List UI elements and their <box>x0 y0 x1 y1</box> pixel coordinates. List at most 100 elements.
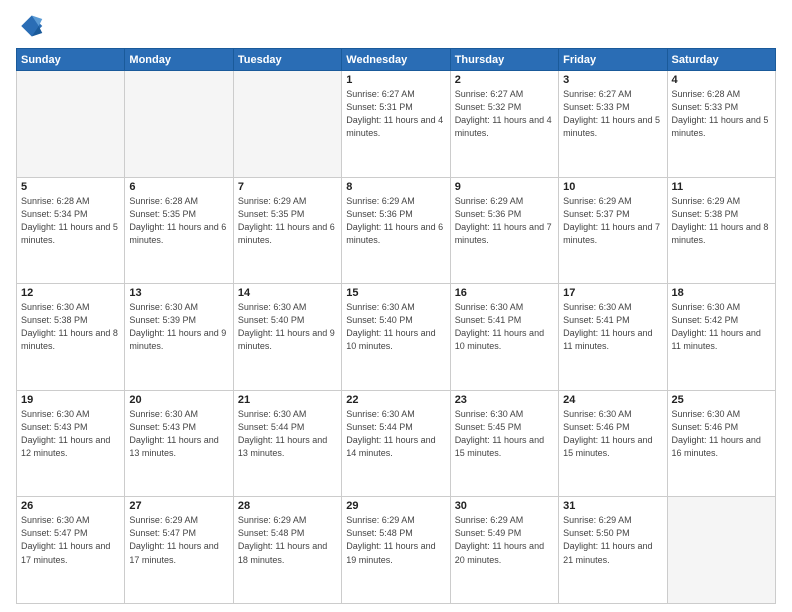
calendar-cell: 3 Sunrise: 6:27 AM Sunset: 5:33 PM Daylig… <box>559 71 667 178</box>
day-number: 4 <box>672 74 771 86</box>
day-number: 7 <box>238 181 337 193</box>
calendar-week-row: 26Sunrise: 6:30 AM Sunset: 5:47 PM Dayli… <box>17 497 776 604</box>
day-number: 11 <box>672 181 771 193</box>
day-number: 18 <box>672 287 771 299</box>
day-number: 13 <box>129 287 228 299</box>
day-number: 27 <box>129 500 228 512</box>
day-info: Sunrise: 6:29 AM Sunset: 5:48 PM Dayligh… <box>238 514 337 566</box>
calendar-week-row: 5 Sunrise: 6:28 AM Sunset: 5:34 PM Daylig… <box>17 177 776 284</box>
calendar-cell: 15 Sunrise: 6:30 AM Sunset: 5:40 PM Dayli… <box>342 284 450 391</box>
calendar-week-row: 19 Sunrise: 6:30 AM Sunset: 5:43 PM Dayli… <box>17 390 776 497</box>
day-info: Sunrise: 6:30 AM Sunset: 5:41 PM Dayligh… <box>455 301 554 353</box>
day-number: 25 <box>672 394 771 406</box>
calendar-cell: 9 Sunrise: 6:29 AM Sunset: 5:36 PM Daylig… <box>450 177 558 284</box>
day-info: Sunrise: 6:30 AM Sunset: 5:40 PM Dayligh… <box>346 301 445 353</box>
day-number: 15 <box>346 287 445 299</box>
day-number: 28 <box>238 500 337 512</box>
day-info: Sunrise: 6:28 AM Sunset: 5:34 PM Dayligh… <box>21 195 120 247</box>
day-info: Sunrise: 6:29 AM Sunset: 5:50 PM Dayligh… <box>563 514 662 566</box>
day-number: 8 <box>346 181 445 193</box>
weekday-header: Thursday <box>450 49 558 71</box>
day-info: Sunrise: 6:28 AM Sunset: 5:35 PM Dayligh… <box>129 195 228 247</box>
calendar-cell: 8Sunrise: 6:29 AM Sunset: 5:36 PM Daylig… <box>342 177 450 284</box>
calendar-cell: 4Sunrise: 6:28 AM Sunset: 5:33 PM Daylig… <box>667 71 775 178</box>
day-info: Sunrise: 6:30 AM Sunset: 5:43 PM Dayligh… <box>129 408 228 460</box>
day-info: Sunrise: 6:30 AM Sunset: 5:40 PM Dayligh… <box>238 301 337 353</box>
day-number: 17 <box>563 287 662 299</box>
day-info: Sunrise: 6:30 AM Sunset: 5:46 PM Dayligh… <box>672 408 771 460</box>
weekday-header-row: SundayMondayTuesdayWednesdayThursdayFrid… <box>17 49 776 71</box>
day-info: Sunrise: 6:29 AM Sunset: 5:35 PM Dayligh… <box>238 195 337 247</box>
calendar-cell: 14 Sunrise: 6:30 AM Sunset: 5:40 PM Dayli… <box>233 284 341 391</box>
day-info: Sunrise: 6:29 AM Sunset: 5:47 PM Dayligh… <box>129 514 228 566</box>
day-number: 9 <box>455 181 554 193</box>
day-info: Sunrise: 6:30 AM Sunset: 5:44 PM Dayligh… <box>346 408 445 460</box>
day-info: Sunrise: 6:27 AM Sunset: 5:31 PM Dayligh… <box>346 88 445 140</box>
day-info: Sunrise: 6:29 AM Sunset: 5:38 PM Dayligh… <box>672 195 771 247</box>
day-number: 24 <box>563 394 662 406</box>
calendar-cell: 28 Sunrise: 6:29 AM Sunset: 5:48 PM Dayli… <box>233 497 341 604</box>
day-info: Sunrise: 6:30 AM Sunset: 5:38 PM Dayligh… <box>21 301 120 353</box>
calendar-cell: 1 Sunrise: 6:27 AM Sunset: 5:31 PM Daylig… <box>342 71 450 178</box>
calendar-cell <box>667 497 775 604</box>
day-number: 31 <box>563 500 662 512</box>
day-info: Sunrise: 6:30 AM Sunset: 5:47 PM Dayligh… <box>21 514 120 566</box>
weekday-header: Monday <box>125 49 233 71</box>
calendar-cell: 7 Sunrise: 6:29 AM Sunset: 5:35 PM Daylig… <box>233 177 341 284</box>
day-number: 14 <box>238 287 337 299</box>
day-number: 16 <box>455 287 554 299</box>
day-info: Sunrise: 6:30 AM Sunset: 5:43 PM Dayligh… <box>21 408 120 460</box>
calendar-cell: 17 Sunrise: 6:30 AM Sunset: 5:41 PM Dayli… <box>559 284 667 391</box>
calendar-cell: 22 Sunrise: 6:30 AM Sunset: 5:44 PM Dayli… <box>342 390 450 497</box>
weekday-header: Friday <box>559 49 667 71</box>
calendar-cell: 30 Sunrise: 6:29 AM Sunset: 5:49 PM Dayli… <box>450 497 558 604</box>
calendar-cell: 25 Sunrise: 6:30 AM Sunset: 5:46 PM Dayli… <box>667 390 775 497</box>
calendar-cell: 31 Sunrise: 6:29 AM Sunset: 5:50 PM Dayli… <box>559 497 667 604</box>
day-number: 5 <box>21 181 120 193</box>
day-number: 23 <box>455 394 554 406</box>
day-number: 12 <box>21 287 120 299</box>
calendar-cell: 19 Sunrise: 6:30 AM Sunset: 5:43 PM Dayli… <box>17 390 125 497</box>
day-info: Sunrise: 6:27 AM Sunset: 5:32 PM Dayligh… <box>455 88 554 140</box>
calendar-cell: 27 Sunrise: 6:29 AM Sunset: 5:47 PM Dayli… <box>125 497 233 604</box>
logo-icon <box>16 12 44 40</box>
day-info: Sunrise: 6:27 AM Sunset: 5:33 PM Dayligh… <box>563 88 662 140</box>
day-info: Sunrise: 6:30 AM Sunset: 5:41 PM Dayligh… <box>563 301 662 353</box>
day-number: 29 <box>346 500 445 512</box>
day-number: 30 <box>455 500 554 512</box>
calendar-cell: 12 Sunrise: 6:30 AM Sunset: 5:38 PM Dayli… <box>17 284 125 391</box>
calendar-cell: 6 Sunrise: 6:28 AM Sunset: 5:35 PM Daylig… <box>125 177 233 284</box>
calendar-cell <box>17 71 125 178</box>
day-number: 6 <box>129 181 228 193</box>
calendar-cell: 2 Sunrise: 6:27 AM Sunset: 5:32 PM Daylig… <box>450 71 558 178</box>
calendar-cell: 18 Sunrise: 6:30 AM Sunset: 5:42 PM Dayli… <box>667 284 775 391</box>
day-number: 10 <box>563 181 662 193</box>
day-info: Sunrise: 6:30 AM Sunset: 5:46 PM Dayligh… <box>563 408 662 460</box>
calendar-cell: 13Sunrise: 6:30 AM Sunset: 5:39 PM Dayli… <box>125 284 233 391</box>
day-info: Sunrise: 6:29 AM Sunset: 5:49 PM Dayligh… <box>455 514 554 566</box>
day-number: 2 <box>455 74 554 86</box>
day-number: 1 <box>346 74 445 86</box>
day-number: 20 <box>129 394 228 406</box>
day-info: Sunrise: 6:29 AM Sunset: 5:36 PM Dayligh… <box>455 195 554 247</box>
calendar-cell: 5 Sunrise: 6:28 AM Sunset: 5:34 PM Daylig… <box>17 177 125 284</box>
day-info: Sunrise: 6:30 AM Sunset: 5:45 PM Dayligh… <box>455 408 554 460</box>
day-number: 21 <box>238 394 337 406</box>
day-number: 19 <box>21 394 120 406</box>
logo <box>16 12 48 40</box>
calendar-cell <box>233 71 341 178</box>
calendar-cell: 11 Sunrise: 6:29 AM Sunset: 5:38 PM Dayli… <box>667 177 775 284</box>
calendar-week-row: 12 Sunrise: 6:30 AM Sunset: 5:38 PM Dayli… <box>17 284 776 391</box>
day-number: 22 <box>346 394 445 406</box>
day-number: 3 <box>563 74 662 86</box>
day-info: Sunrise: 6:29 AM Sunset: 5:48 PM Dayligh… <box>346 514 445 566</box>
calendar-table: SundayMondayTuesdayWednesdayThursdayFrid… <box>16 48 776 604</box>
weekday-header: Wednesday <box>342 49 450 71</box>
calendar-week-row: 1 Sunrise: 6:27 AM Sunset: 5:31 PM Daylig… <box>17 71 776 178</box>
page: SundayMondayTuesdayWednesdayThursdayFrid… <box>0 0 792 612</box>
calendar-cell: 26Sunrise: 6:30 AM Sunset: 5:47 PM Dayli… <box>17 497 125 604</box>
day-info: Sunrise: 6:30 AM Sunset: 5:42 PM Dayligh… <box>672 301 771 353</box>
weekday-header: Tuesday <box>233 49 341 71</box>
header <box>16 12 776 40</box>
calendar-cell: 23 Sunrise: 6:30 AM Sunset: 5:45 PM Dayli… <box>450 390 558 497</box>
